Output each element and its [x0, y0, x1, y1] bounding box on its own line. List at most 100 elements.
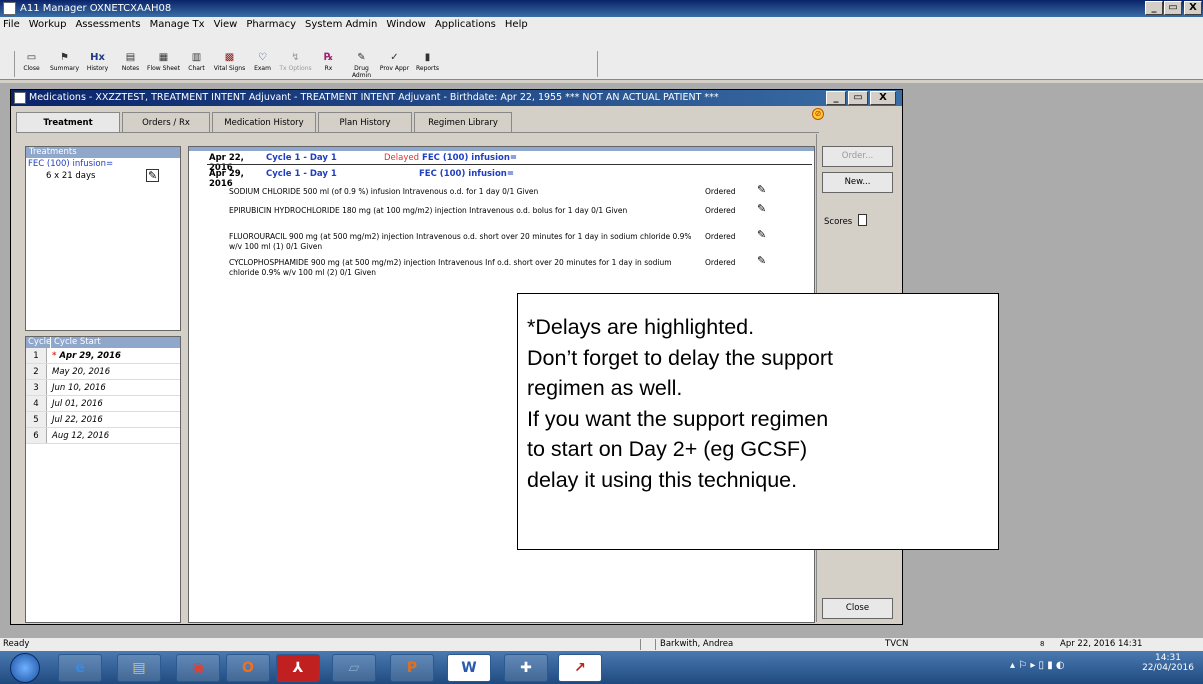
callout-line: If you want the support regimen [527, 406, 829, 431]
med-status: Ordered [705, 258, 736, 267]
menu-view[interactable]: View [214, 17, 238, 33]
med-line-epirubicin[interactable]: EPIRUBICIN HYDROCHLORIDE 180 mg (at 100 … [229, 206, 699, 216]
toolbar-flow-sheet-button[interactable]: ▦ Flow Sheet [147, 51, 180, 77]
med-minimize-button[interactable]: _ [826, 91, 846, 105]
chrome-icon[interactable]: ◉ [176, 654, 220, 682]
maximize-button[interactable]: ▭ [1164, 1, 1182, 15]
med-line-sodium-chloride[interactable]: SODIUM CHLORIDE 500 ml (of 0.9 %) infusi… [229, 187, 699, 197]
tab-orders-rx[interactable]: Orders / Rx [122, 112, 210, 132]
approve-icon: ✓ [390, 52, 399, 63]
status-datetime: Apr 22, 2016 14:31 [1060, 639, 1143, 649]
new-button[interactable]: New... [822, 172, 893, 193]
treatment-schedule-row: 6 x 21 days ✎ [26, 169, 180, 182]
outlook-icon[interactable]: O [226, 654, 270, 682]
app-title-bar: A11 Manager OXNETCXAAH08 [0, 0, 1203, 17]
word-icon[interactable]: W [447, 654, 491, 682]
tab-treatment[interactable]: Treatment [16, 112, 120, 133]
menu-pharmacy[interactable]: Pharmacy [246, 17, 296, 33]
status-divider [655, 639, 656, 650]
close-button[interactable]: Close [822, 598, 893, 619]
toolbar-close-button[interactable]: ▭ Close [15, 51, 48, 77]
medications-window-icon [14, 92, 26, 104]
toolbar-history-button[interactable]: Hx History [81, 51, 114, 77]
toolbar-exam-button[interactable]: ♡ Exam [246, 51, 279, 77]
menu-applications[interactable]: Applications [435, 17, 496, 33]
document-icon[interactable] [858, 214, 867, 226]
med-status: Ordered [705, 232, 736, 241]
med-line-fluorouracil[interactable]: FLUOROURACIL 900 mg (at 500 mg/m2) injec… [229, 232, 699, 252]
drug-admin-icon: ✎ [357, 52, 366, 63]
cycle-row[interactable]: 4 Jul 01, 2016 [26, 396, 180, 412]
cycle-row[interactable]: 5 Jul 22, 2016 [26, 412, 180, 428]
menu-system-admin[interactable]: System Admin [305, 17, 377, 33]
app-icon [3, 2, 16, 15]
edit-treatment-icon[interactable]: ✎ [146, 169, 160, 182]
cycle-row[interactable]: 1 * Apr 29, 2016 [26, 348, 180, 364]
menu-bar: File Workup Assessments Manage Tx View P… [0, 17, 1203, 33]
scores-label[interactable]: Scores [824, 217, 852, 227]
notes-app-icon[interactable]: ▱ [332, 654, 376, 682]
tray-icons[interactable]: ▴ ⚐ ▸ ▯ ▮ ◐ [1010, 660, 1065, 671]
toolbar-vital-signs-button[interactable]: ▩ Vital Signs [213, 51, 246, 77]
status-user: Barkwith, Andrea [660, 639, 734, 649]
med-maximize-button[interactable]: ▭ [848, 91, 868, 105]
medications-title-bar: Medications - XXZZTEST, TREATMENT INTENT… [11, 90, 902, 106]
tab-plan-history[interactable]: Plan History [318, 112, 412, 132]
edit-med-icon[interactable]: ✎ [757, 202, 766, 215]
edit-med-icon[interactable]: ✎ [757, 183, 766, 196]
medical-icon[interactable]: ✚ [504, 654, 548, 682]
med-close-button[interactable]: X [870, 91, 896, 105]
clock[interactable]: 14:31 22/04/2016 [1140, 653, 1196, 673]
callout-line: Don’t forget to delay the support [527, 345, 833, 370]
close-window-button[interactable]: X [1184, 1, 1202, 15]
treatment-schedule: 6 x 21 days [46, 171, 96, 181]
med-status: Ordered [705, 206, 736, 215]
edit-med-icon[interactable]: ✎ [757, 228, 766, 241]
menu-window[interactable]: Window [386, 17, 425, 33]
chart-app-icon[interactable]: ↗ [558, 654, 602, 682]
cycle-col-header: Cycle [28, 337, 52, 348]
status-ready: Ready [3, 639, 30, 649]
toolbar-prov-appr-button[interactable]: ✓ Prov Appr [378, 51, 411, 77]
toolbar-separator [0, 79, 1203, 83]
minimize-button[interactable]: _ [1145, 1, 1163, 15]
menu-help[interactable]: Help [505, 17, 528, 33]
callout-line: to start on Day 2+ (eg GCSF) [527, 437, 808, 461]
stethoscope-icon: ♡ [258, 52, 267, 63]
callout-line: delay it using this technique. [527, 467, 798, 492]
toolbar-notes-button[interactable]: ▤ Notes [114, 51, 147, 77]
toolbar-drug-admin-button[interactable]: ✎ Drug Admin [345, 51, 378, 79]
ie-icon[interactable]: e [58, 654, 102, 682]
tab-strip: Treatment Orders / Rx Medication History… [16, 112, 514, 133]
schedule-row[interactable]: Apr 29, 2016 Cycle 1 - Day 1 FEC (100) i… [209, 169, 809, 189]
cycle-row[interactable]: 2 May 20, 2016 [26, 364, 180, 380]
tab-regimen-library[interactable]: Regimen Library [414, 112, 512, 132]
menu-workup[interactable]: Workup [29, 17, 67, 33]
toolbar-chart-button[interactable]: ▥ Chart [180, 51, 213, 77]
reports-icon: ▮ [424, 52, 431, 63]
menu-assessments[interactable]: Assessments [75, 17, 140, 33]
tab-medication-history[interactable]: Medication History [212, 112, 316, 132]
powerpoint-icon[interactable]: P [390, 654, 434, 682]
order-button[interactable]: Order... [822, 146, 893, 167]
vitals-icon: ▩ [224, 52, 235, 63]
status-bar: Ready Barkwith, Andrea TVCN 8 Apr 22, 20… [0, 638, 1203, 651]
clock-time: 14:31 [1155, 653, 1181, 663]
instruction-callout: *Delays are highlighted. Don’t forget to… [517, 293, 999, 550]
med-line-cyclophosphamide[interactable]: CYCLOPHOSPHAMIDE 900 mg (at 500 mg/m2) i… [229, 258, 699, 278]
explorer-icon[interactable]: ▤ [117, 654, 161, 682]
cycle-row[interactable]: 3 Jun 10, 2016 [26, 380, 180, 396]
cycle-row[interactable]: 6 Aug 12, 2016 [26, 428, 180, 444]
start-button[interactable] [10, 653, 40, 683]
menu-file[interactable]: File [3, 17, 20, 33]
callout-line: regimen as well. [527, 376, 683, 400]
toolbar-rx-button[interactable]: ℞ Rx [312, 51, 345, 77]
acrobat-icon[interactable]: ⅄ [276, 654, 320, 682]
edit-med-icon[interactable]: ✎ [757, 254, 766, 267]
alert-icon[interactable]: ⊘ [812, 108, 824, 120]
toolbar-summary-button[interactable]: ⚑ Summary [48, 51, 81, 77]
toolbar-tx-options-button[interactable]: ↯ Tx Options [279, 51, 312, 77]
menu-manage-tx[interactable]: Manage Tx [150, 17, 205, 33]
tab-underline [16, 132, 819, 133]
toolbar-reports-button[interactable]: ▮ Reports [411, 51, 444, 77]
